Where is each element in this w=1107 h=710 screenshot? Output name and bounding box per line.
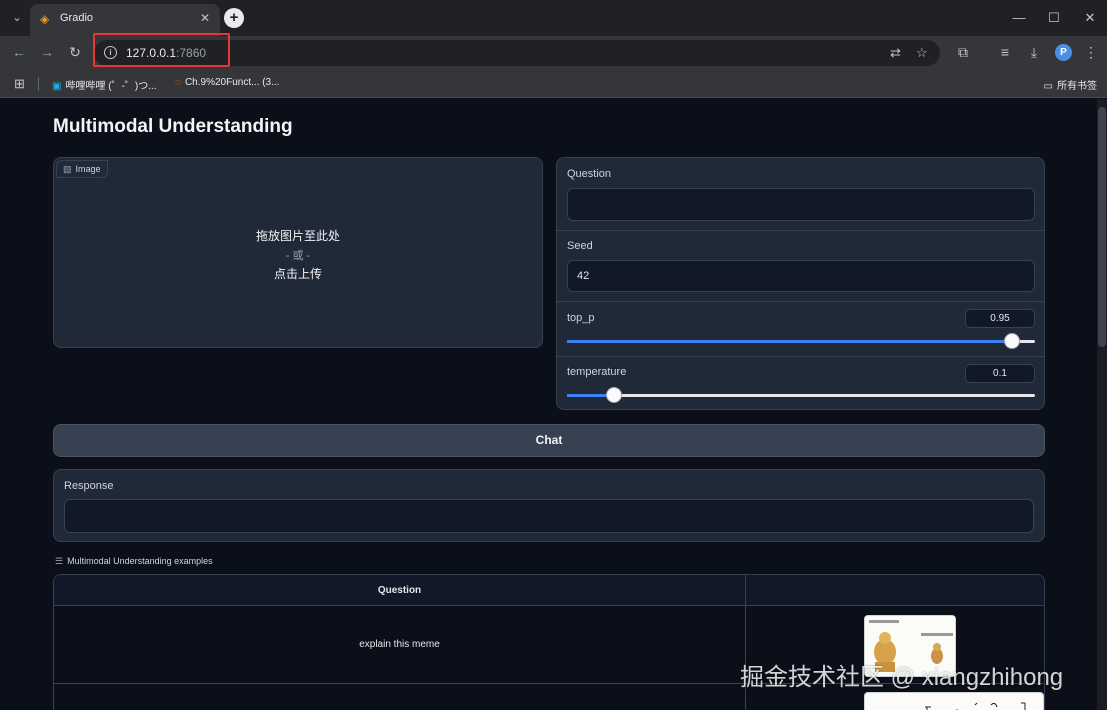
chat-button[interactable]: Chat [53,424,1045,457]
close-window-icon[interactable]: ✕ [1082,10,1098,26]
maximize-icon[interactable]: ☐ [1046,10,1062,26]
image-label: ▧ Image [56,160,108,178]
response-label: Response [64,480,114,492]
watermark: 掘金技术社区 @ xiangzhihong [740,664,1064,691]
top-p-slider[interactable] [567,333,1035,349]
reading-list-icon[interactable]: ≡ [996,44,1014,60]
browser-tab[interactable]: ◈ Gradio ✕ [30,4,220,36]
click-upload-text[interactable]: 点击上传 [54,265,542,282]
question-input[interactable] [567,188,1035,221]
or-text: - 或 - [285,250,311,262]
parameters-form: Question Seed 42 top_p 0.95 temperature … [556,157,1045,410]
divider [557,230,1044,231]
gradio-page: Multimodal Understanding ▧ Image 拖放图片至此处 … [0,99,1107,710]
divider [557,301,1044,302]
translate-icon[interactable]: ⇄ [890,45,901,61]
top-p-label: top_p [567,312,595,324]
back-arrow-icon[interactable]: ← [10,44,28,60]
drop-text: 拖放图片至此处 [255,229,340,243]
reload-icon[interactable]: ↻ [66,44,84,61]
apps-grid-icon[interactable]: ⊞ [14,76,25,92]
seed-input[interactable]: 42 [567,260,1035,292]
download-icon[interactable]: ⤓ [1025,44,1043,61]
temperature-label: temperature [567,366,627,378]
temperature-slider[interactable] [567,387,1035,403]
bilibili-icon: ▣ [52,81,62,92]
question-label: Question [567,168,612,180]
divider [557,356,1044,357]
scroll-thumb[interactable] [1098,107,1106,347]
question-column-header: Question [54,575,746,606]
response-block: Response [53,469,1045,542]
formula-image-icon [865,693,1043,710]
bookmark-bilibili[interactable]: ▣ 哔哩哔哩 (゜-゜)つ... [52,77,157,92]
image-upload-area[interactable]: ▧ Image 拖放图片至此处 - 或 - 点击上传 [53,157,543,348]
example-question-cell[interactable] [54,684,746,710]
image-icon: ▧ [63,164,72,174]
profile-avatar[interactable]: P [1055,44,1072,61]
new-tab-button[interactable]: + [224,8,244,28]
page-scrollbar[interactable] [1097,99,1107,710]
browser-tab-bar: ⌄ ◈ Gradio ✕ + — ☐ ✕ [0,0,1107,36]
all-bookmarks[interactable]: ▭ 所有书签 [1044,77,1097,92]
tab-search-icon[interactable]: ⌄ [8,9,26,27]
response-output[interactable] [64,499,1034,533]
bookmarks-bar: ⊞ ▣ 哔哩哔哩 (゜-゜)つ... ◌ Ch.9%20Funct... (3...… [0,70,1107,98]
top-p-number-input[interactable]: 0.95 [965,309,1035,328]
folder-icon: ▭ [1043,81,1053,92]
url-highlight-box [93,33,230,67]
seed-label: Seed [567,240,593,252]
gradio-favicon-icon: ◈ [40,12,50,26]
formula-thumbnail[interactable] [864,692,1044,710]
top-p-slider-handle[interactable] [1003,333,1020,349]
example-question-cell[interactable]: explain this meme [54,606,746,683]
forward-arrow-icon[interactable]: → [38,44,56,60]
temperature-slider-handle[interactable] [605,387,622,403]
examples-label[interactable]: ☰ Multimodal Understanding examples [55,556,213,567]
list-icon: ☰ [55,556,64,566]
loading-icon: ◌ [175,77,181,88]
tab-title: Gradio [60,12,94,24]
minimize-icon[interactable]: — [1011,10,1027,25]
temperature-number-input[interactable]: 0.1 [965,364,1035,383]
bookmark-chapter9[interactable]: ◌ Ch.9%20Funct... (3... [175,77,279,88]
page-title: Multimodal Understanding [53,116,293,137]
bookmarks-divider [38,77,39,91]
examples-table-header: Question [54,575,1044,606]
top-p-slider-fill [567,340,1012,343]
tab-close-icon[interactable]: ✕ [200,11,210,25]
extensions-icon[interactable]: ⧉ [954,44,972,61]
more-menu-icon[interactable]: ⋮ [1082,44,1100,61]
bookmark-star-icon[interactable]: ☆ [916,45,928,61]
